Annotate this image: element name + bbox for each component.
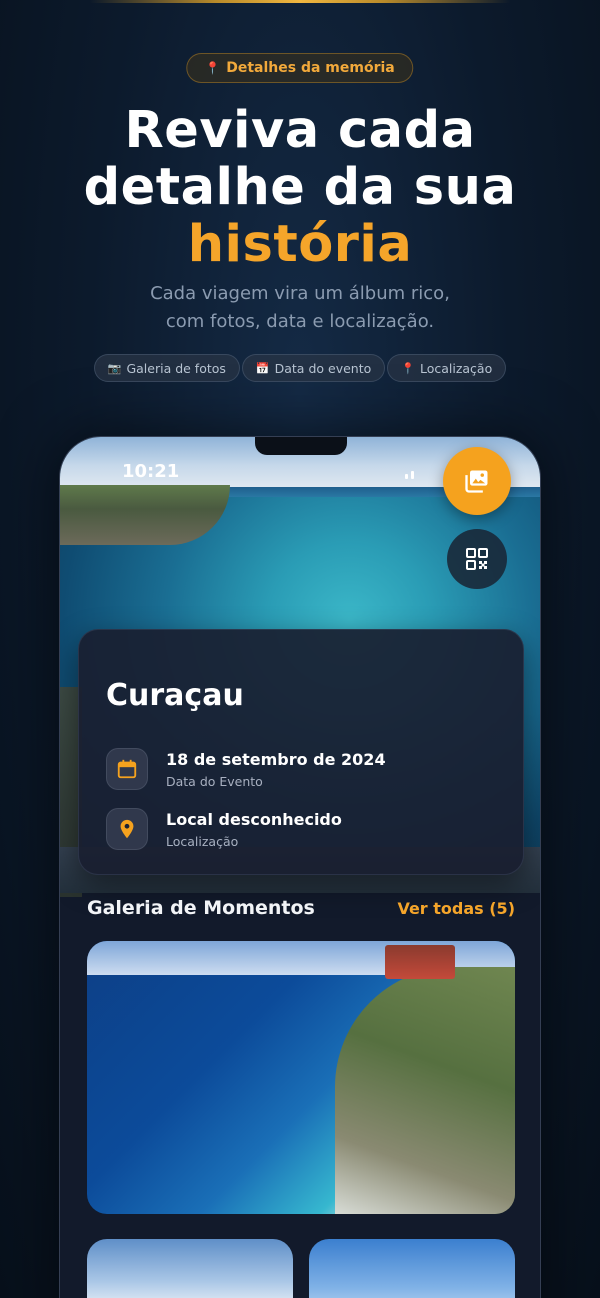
gallery-header: Galeria de Momentos Ver todas (5) (87, 897, 515, 919)
chip-photo-gallery: 📷 Galeria de fotos (93, 354, 240, 382)
place-title: Curaçau (106, 678, 244, 713)
top-accent-line (90, 0, 510, 3)
gallery-photo[interactable] (87, 1239, 293, 1298)
headline-accent: história (187, 215, 413, 274)
headline-line-1: Reviva cada (124, 101, 476, 160)
signal-icon (405, 461, 414, 479)
camera-icon: 📷 (107, 361, 122, 375)
view-all-link[interactable]: Ver todas (5) (397, 899, 515, 918)
chip-location: 📍 Localização (387, 354, 507, 382)
location-pin-icon (106, 808, 148, 850)
phone-mockup: 10:21 Curaçau 18 de setembro de 2024 Dat… (59, 436, 541, 1298)
subtitle-line-2: com fotos, data e localização. (165, 311, 435, 332)
badge-label: Detalhes da memória (226, 60, 395, 76)
gallery-photo[interactable] (87, 941, 515, 1214)
subtitle-line-1: Cada viagem vira um álbum rico, (150, 283, 450, 304)
headline-line-2: detalhe da sua (83, 158, 517, 217)
photos-button[interactable] (443, 447, 511, 515)
event-date-row: 18 de setembro de 2024 Data do Evento (106, 748, 386, 790)
event-date-label: Data do Evento (166, 773, 263, 789)
gallery-photo[interactable] (309, 1239, 515, 1298)
section-badge: 📍 Detalhes da memória (186, 53, 414, 83)
qr-code-icon (466, 548, 488, 570)
chip-label: Galeria de fotos (126, 360, 226, 376)
calendar-icon (106, 748, 148, 790)
location-row: Local desconhecido Localização (106, 808, 342, 850)
pin-icon: 📍 (401, 361, 415, 375)
chip-label: Data do evento (274, 360, 372, 376)
location-label: Localização (166, 833, 239, 849)
location-value: Local desconhecido (166, 809, 342, 829)
qr-code-button[interactable] (447, 529, 507, 589)
chip-event-date: 📅 Data do evento (241, 354, 386, 382)
headline: Reviva cada detalhe da sua história (0, 102, 600, 273)
memory-info-card: Curaçau 18 de setembro de 2024 Data do E… (78, 629, 524, 875)
calendar-icon: 📅 (255, 361, 270, 375)
photo-library-icon (465, 470, 488, 493)
subtitle: Cada viagem vira um álbum rico, com foto… (0, 280, 600, 336)
feature-chips: 📷 Galeria de fotos 📅 Data do evento 📍 Lo… (0, 354, 600, 382)
gallery-title: Galeria de Momentos (87, 897, 315, 919)
event-date-value: 18 de setembro de 2024 (166, 749, 386, 769)
phone-notch (255, 437, 347, 455)
chip-label: Localização (419, 360, 493, 376)
pin-icon: 📍 (205, 61, 221, 75)
status-time: 10:21 (122, 461, 180, 482)
